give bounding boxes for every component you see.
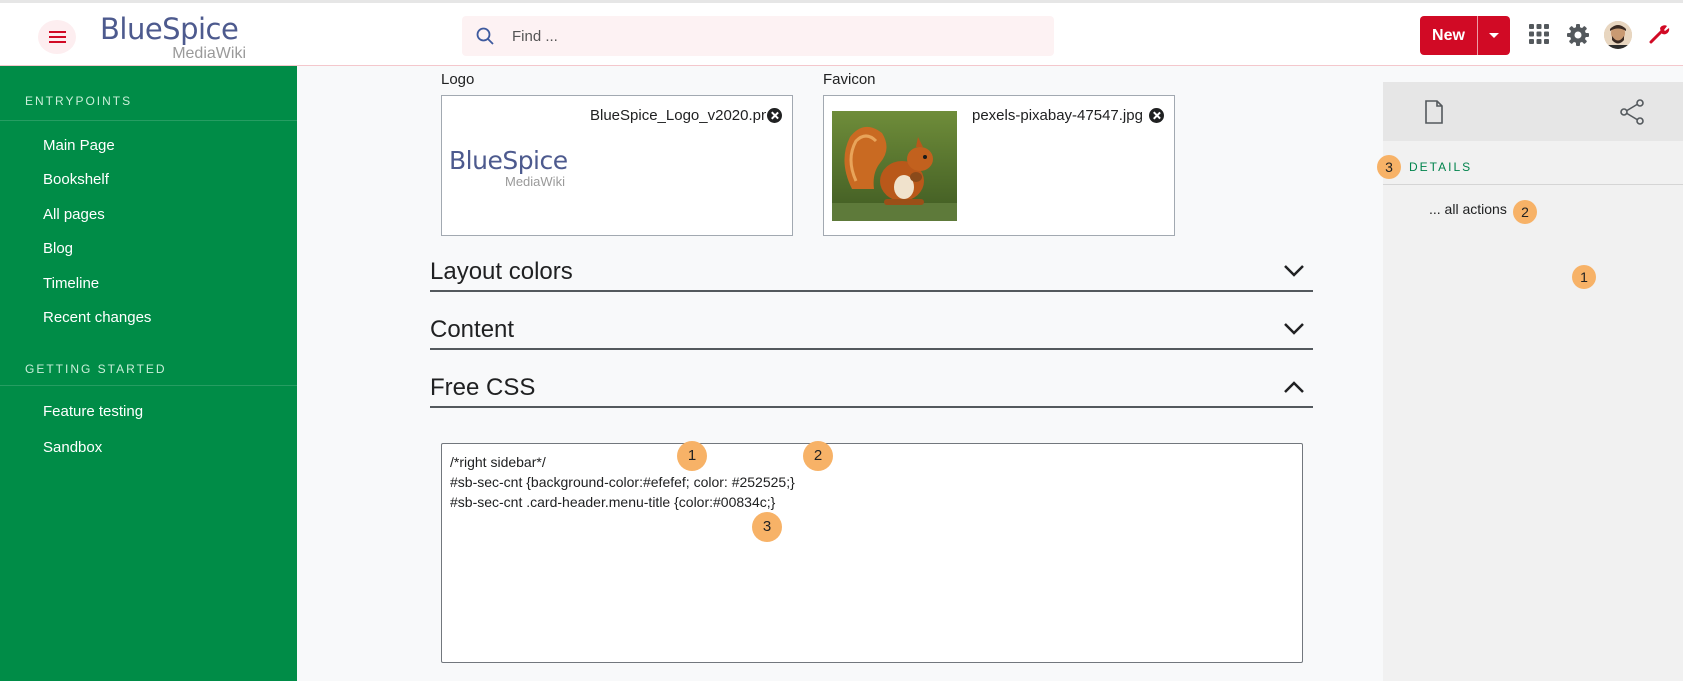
section-title: Free CSS [430, 374, 536, 401]
menu-icon[interactable] [38, 20, 76, 54]
favicon-image [832, 111, 957, 221]
top-header: BlueSpice MediaWiki New [0, 0, 1683, 66]
gear-icon[interactable] [1566, 23, 1590, 47]
section-free-css[interactable]: Free CSS [430, 372, 1313, 408]
logo-upload-box[interactable]: BlueSpice_Logo_v2020.png BlueSpice Media… [441, 95, 793, 236]
search-bar [462, 16, 1054, 56]
logo-preview-subtext: MediaWiki [505, 174, 565, 189]
favicon-upload-box[interactable]: pexels-pixabay-47547.jpg [823, 95, 1175, 236]
sidebar-item-bookshelf[interactable]: Bookshelf [43, 171, 109, 188]
sidebar-divider [1383, 184, 1683, 185]
annotation-marker: 2 [803, 441, 833, 471]
annotation-marker: 3 [752, 512, 782, 542]
apps-grid-icon[interactable] [1528, 23, 1550, 45]
new-button[interactable]: New [1420, 16, 1510, 55]
sidebar-divider [0, 385, 297, 386]
sidebar-item-timeline[interactable]: Timeline [43, 275, 99, 292]
search-input[interactable] [512, 16, 1032, 56]
chevron-down-icon [1284, 265, 1304, 277]
sidebar-heading-entrypoints: ENTRYPOINTS [25, 94, 133, 108]
section-title: Content [430, 316, 515, 343]
annotation-marker: 1 [1572, 265, 1596, 289]
sidebar-item-all-pages[interactable]: All pages [43, 206, 105, 223]
logo-text: BlueSpice [100, 12, 239, 46]
caret-down-icon[interactable] [1478, 16, 1510, 55]
section-content[interactable]: Content [430, 314, 1313, 350]
sidebar-heading-getting-started: GETTING STARTED [25, 362, 167, 376]
free-css-editor[interactable] [441, 443, 1303, 663]
details-heading: DETAILS [1409, 160, 1473, 174]
logo-file-name: BlueSpice_Logo_v2020.png [590, 107, 766, 124]
annotation-marker: 1 [677, 441, 707, 471]
remove-icon[interactable] [1149, 108, 1164, 123]
new-button-label: New [1432, 27, 1465, 44]
annotation-marker: 3 [1377, 155, 1401, 179]
page-icon[interactable] [1424, 100, 1444, 124]
favicon-file-name: pexels-pixabay-47547.jpg [972, 107, 1143, 124]
search-icon[interactable] [476, 27, 494, 45]
site-logo[interactable]: BlueSpice MediaWiki [100, 12, 250, 64]
sidebar-item-recent-changes[interactable]: Recent changes [43, 309, 151, 326]
section-layout-colors[interactable]: Layout colors [430, 256, 1313, 292]
chevron-up-icon [1284, 381, 1304, 393]
sidebar-item-blog[interactable]: Blog [43, 240, 73, 257]
logo-preview: BlueSpice MediaWiki [449, 146, 579, 190]
logo-preview-text: BlueSpice [449, 146, 568, 175]
wrench-icon[interactable] [1648, 23, 1670, 45]
logo-field-label: Logo [441, 71, 475, 88]
all-actions-link[interactable]: ... all actions [1429, 201, 1507, 217]
logo-subtext: MediaWiki [172, 45, 246, 62]
sidebar-item-main-page[interactable]: Main Page [43, 137, 115, 154]
share-icon[interactable] [1619, 99, 1645, 125]
sidebar-item-feature-testing[interactable]: Feature testing [43, 403, 143, 420]
remove-icon[interactable] [767, 108, 782, 123]
right-sidebar: DETAILS ... all actions [1383, 82, 1683, 681]
sidebar-toolbar [1383, 82, 1683, 141]
sidebar-divider [0, 120, 297, 121]
sidebar-item-sandbox[interactable]: Sandbox [43, 439, 102, 456]
section-title: Layout colors [430, 258, 573, 285]
annotation-marker: 2 [1513, 200, 1537, 224]
left-sidebar: ENTRYPOINTS Main Page Bookshelf All page… [0, 66, 297, 681]
chevron-down-icon [1284, 323, 1304, 335]
user-avatar[interactable] [1604, 21, 1632, 49]
favicon-field-label: Favicon [823, 71, 876, 88]
